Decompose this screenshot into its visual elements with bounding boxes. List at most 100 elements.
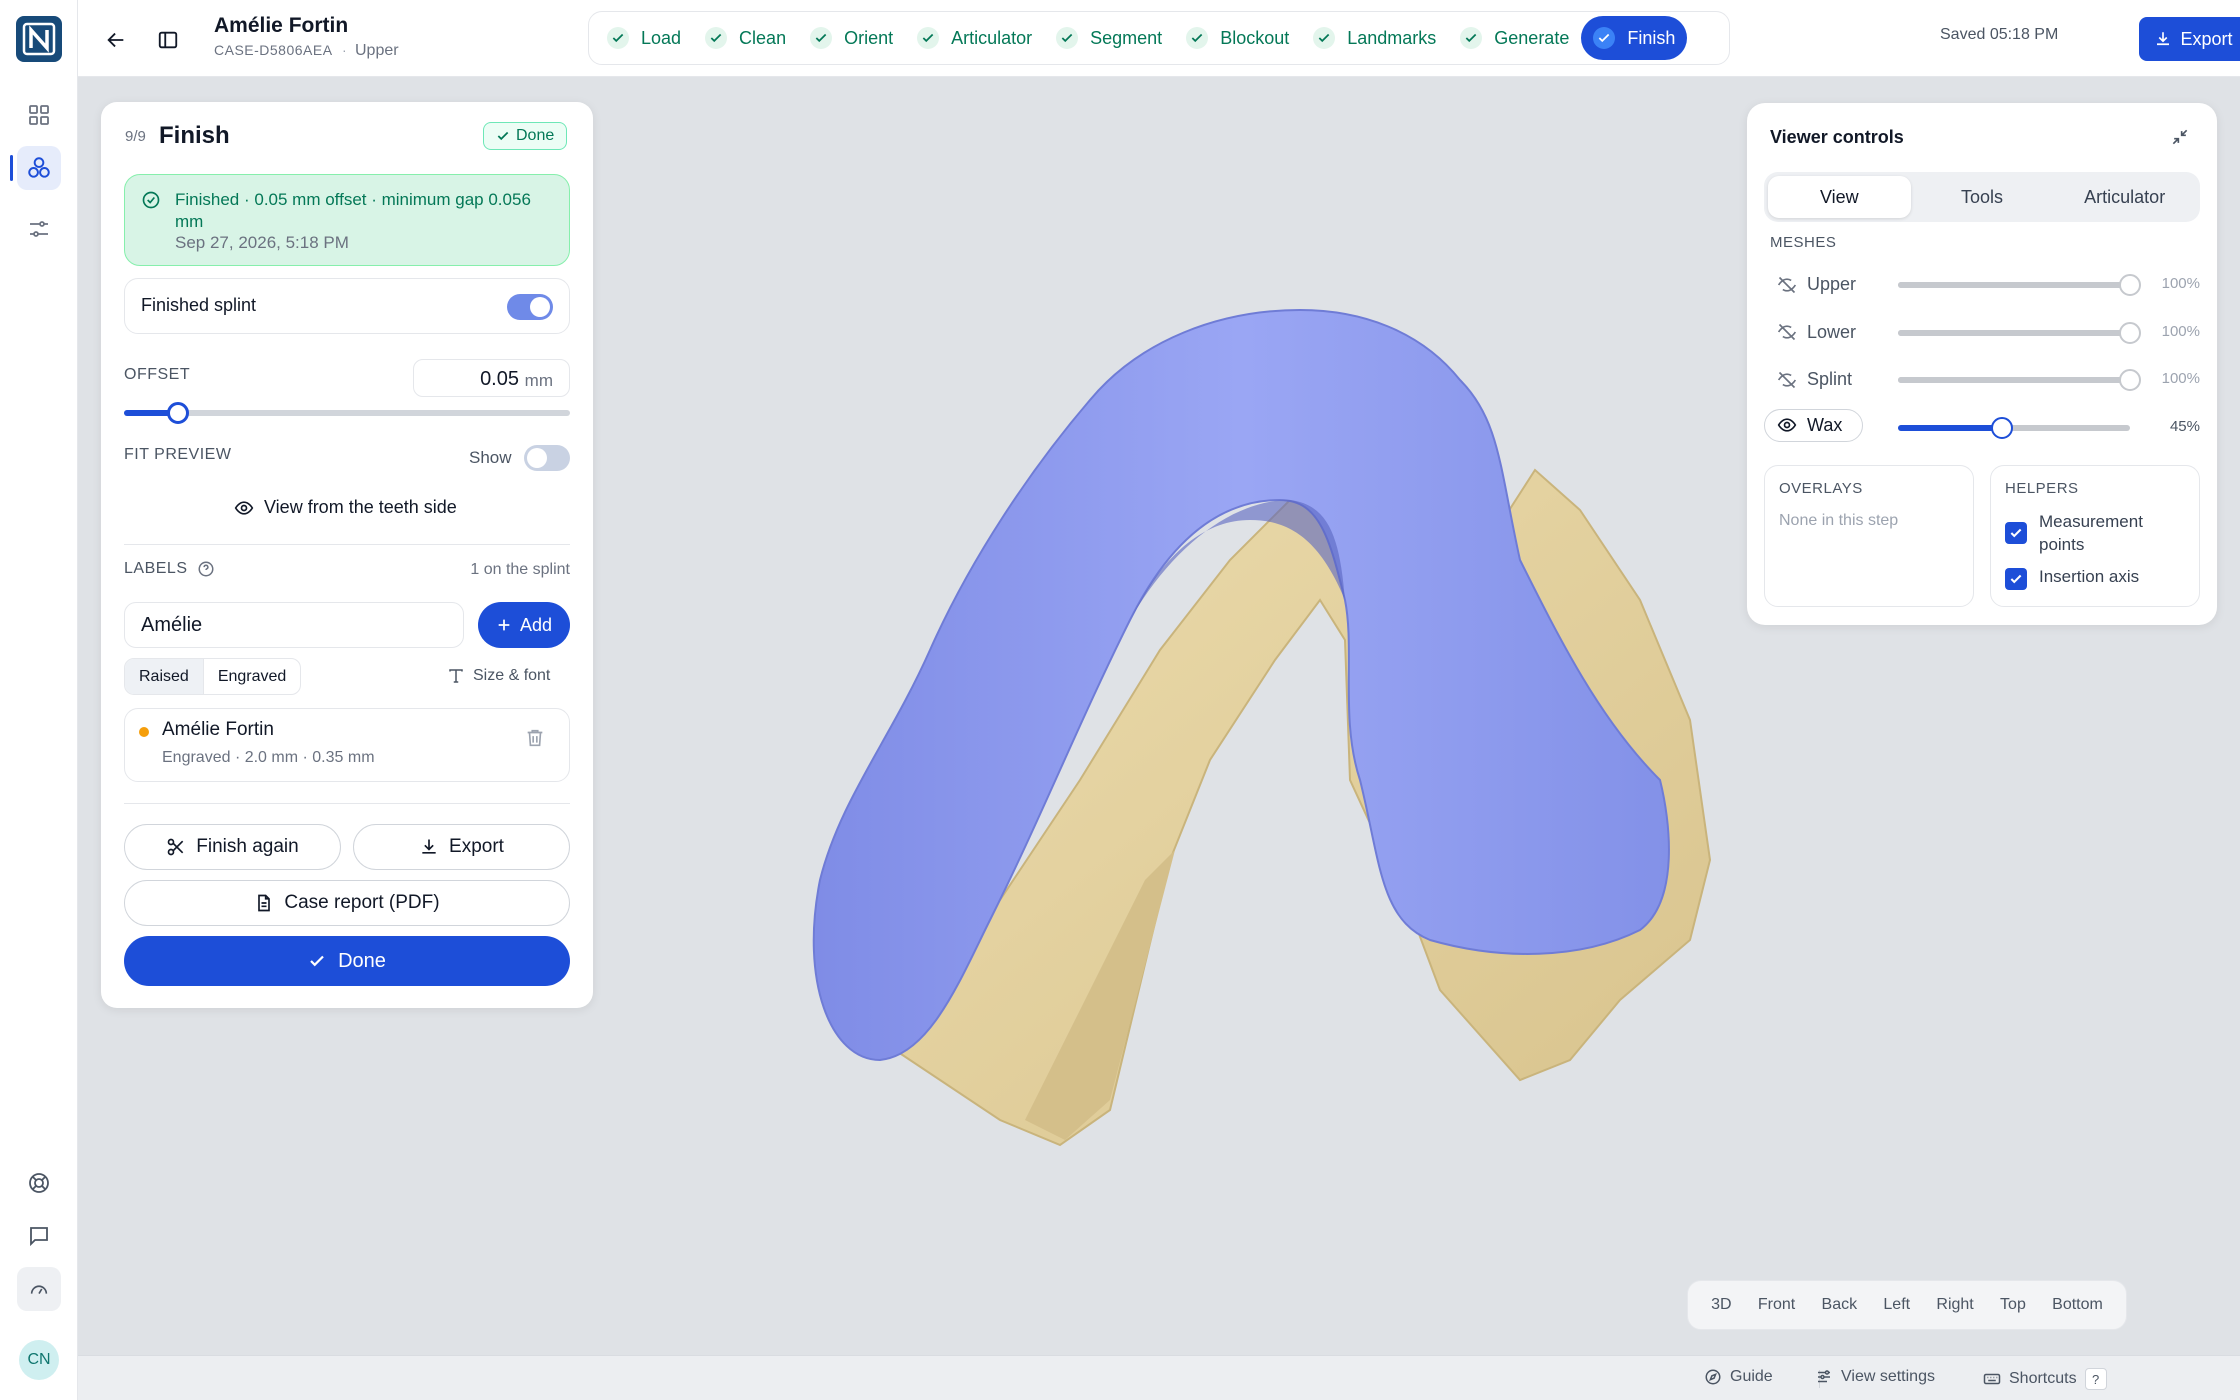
check-icon [1465,33,1477,43]
step-segment[interactable]: Segment [1044,16,1174,60]
mesh-opacity-slider[interactable] [1898,321,2141,344]
view-teeth-side-button[interactable]: View from the teeth side [234,497,457,518]
mesh-opacity-value: 100% [2161,322,2200,340]
measurement-points-checkbox[interactable] [2005,522,2027,544]
raised-option[interactable]: Raised [125,659,203,694]
top-header: Amélie Fortin CASE-D5806AEA · Upper Load… [78,0,2240,77]
text-icon [449,669,463,683]
step-blockout[interactable]: Blockout [1174,16,1301,60]
finish-status-time: Sep 27, 2026, 5:18 PM [175,233,349,252]
label-item-name: Amélie Fortin [162,719,274,740]
label-color-dot [139,727,149,737]
view-front[interactable]: Front [1758,1296,1795,1314]
step-load[interactable]: Load [595,16,693,60]
step-articulator[interactable]: Articulator [905,16,1044,60]
finish-again-button[interactable]: Finish again [124,824,341,870]
mesh-row-upper: Upper 100% [1764,266,2200,304]
left-rail: CN [0,0,78,1400]
label-text-input[interactable]: Amélie [124,602,464,648]
fit-preview-toggle[interactable] [524,445,570,471]
step-generate[interactable]: Generate [1448,16,1581,60]
tab-articulator[interactable]: Articulator [2053,176,2196,218]
mesh-opacity-slider[interactable] [1898,416,2130,439]
mesh-opacity-handle[interactable] [2119,369,2141,391]
step-label: Generate [1494,27,1570,48]
rail-settings[interactable] [17,207,61,251]
rail-workflow[interactable] [17,146,61,190]
add-label-button[interactable]: Add [478,602,570,648]
status-badge-label: Done [516,127,555,144]
status-bar: Guide View settings Shortcuts ? [78,1355,2240,1400]
offset-input[interactable]: 0.05 mm [413,359,570,397]
offset-slider-handle[interactable] [167,402,189,424]
step-orient[interactable]: Orient [798,16,905,60]
tab-tools[interactable]: Tools [1911,176,2054,218]
helpers-box: HELPERS Measurement points Insertion axi… [1990,465,2200,607]
rail-feedback[interactable] [17,1214,61,1258]
finish-status-text: Finished · 0.05 mm offset · minimum gap … [175,190,531,231]
finished-splint-toggle[interactable] [507,294,553,320]
mesh-opacity-handle[interactable] [1991,416,2013,439]
mesh-visibility-toggle[interactable]: Lower [1777,322,1856,343]
mesh-row-splint: Splint 100% [1764,361,2200,399]
tab-view[interactable]: View [1768,176,1911,218]
camera-view-bar: 3D Front Back Left Right Top Bottom [1687,1280,2127,1330]
view-top[interactable]: Top [2000,1296,2026,1314]
mesh-opacity-slider[interactable] [1898,274,2141,296]
insertion-axis-checkbox[interactable] [2005,568,2027,590]
sidebar-icon [158,31,178,49]
sliders-icon [30,221,48,237]
mesh-opacity-handle[interactable] [2119,321,2141,344]
labels-count: 1 on the splint [470,561,570,578]
mesh-opacity-handle[interactable] [2119,274,2141,296]
case-report-button[interactable]: Case report (PDF) [124,880,570,926]
step-check [917,27,940,49]
scissors-icon [167,838,184,856]
compass-icon [1705,1369,1721,1385]
mesh-opacity-slider[interactable] [1898,369,2141,391]
check-icon [2010,574,2022,584]
shortcuts-button[interactable]: Shortcuts ? [1983,1368,2107,1390]
offset-label: OFFSET [124,366,191,383]
view-back[interactable]: Back [1822,1296,1858,1314]
mesh-name: Wax [1807,414,1843,435]
viewer-controls-panel: Viewer controls View Tools Articulator M… [1747,103,2217,625]
label-item[interactable]: Amélie Fortin Engraved · 2.0 mm · 0.35 m… [124,708,570,782]
view-settings-button[interactable]: View settings [1815,1368,1935,1386]
mesh-visibility-toggle[interactable]: Splint [1777,369,1852,390]
view-right[interactable]: Right [1936,1296,1973,1314]
shortcut-key: ? [2084,1368,2107,1390]
export-button[interactable]: Export [2139,17,2240,61]
rail-dashboard[interactable] [17,93,61,137]
done-button[interactable]: Done [124,936,570,986]
toggle-sidebar-button[interactable] [150,22,186,58]
trash-icon[interactable] [524,727,546,749]
guide-button[interactable]: Guide [1704,1368,1773,1386]
avatar[interactable]: CN [19,1340,59,1380]
rail-performance[interactable] [17,1267,61,1311]
viewer-controls-title: Viewer controls [1770,127,1904,147]
step-finish[interactable]: Finish [1581,16,1688,60]
view-3d[interactable]: 3D [1711,1296,1731,1314]
finish-again-label: Finish again [196,836,299,857]
step-label: Articulator [951,27,1033,48]
step-landmarks[interactable]: Landmarks [1301,16,1448,60]
check-icon [612,33,624,43]
step-clean[interactable]: Clean [693,16,798,60]
panel-export-button[interactable]: Export [353,824,570,870]
offset-slider[interactable] [124,402,570,424]
back-button[interactable] [98,22,134,58]
step-check [1313,27,1336,49]
mesh-visibility-toggle[interactable]: Upper [1777,274,1856,295]
saved-status: Saved 05:18 PM [1940,26,2059,43]
view-teeth-side-label: View from the teeth side [264,497,457,517]
size-font-button[interactable]: Size & font [447,667,550,685]
rail-help[interactable] [17,1161,61,1205]
mesh-visibility-toggle[interactable]: Wax [1764,408,1864,442]
view-left[interactable]: Left [1883,1296,1910,1314]
collapse-icon[interactable] [2170,127,2190,147]
app-logo[interactable] [16,16,62,62]
engraved-option[interactable]: Engraved [202,659,300,694]
help-circle-icon[interactable] [197,560,215,578]
view-bottom[interactable]: Bottom [2052,1296,2103,1314]
